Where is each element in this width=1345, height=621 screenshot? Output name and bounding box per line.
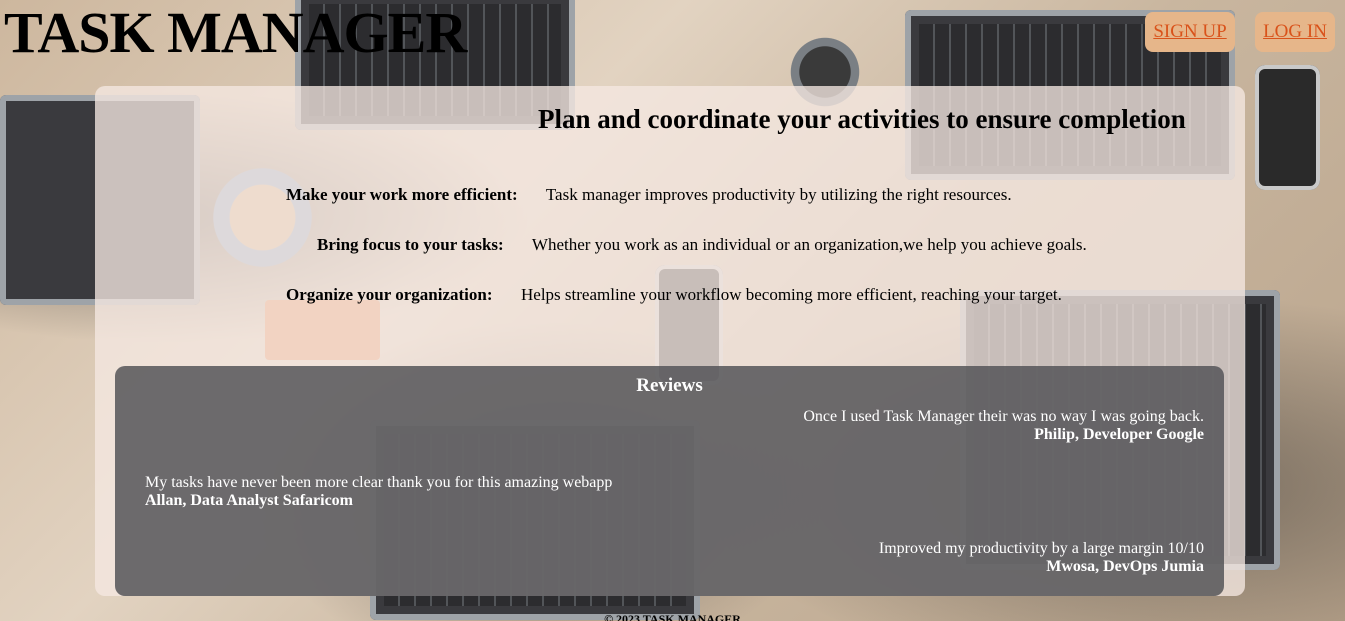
feature-item: Organize your organization: Helps stream… [286, 285, 1062, 305]
reviews-title: Reviews [636, 375, 703, 396]
feature-item: Make your work more efficient: Task mana… [286, 185, 1012, 205]
login-button[interactable]: LOG IN [1255, 12, 1335, 52]
review-quote: Improved my productivity by a large marg… [878, 540, 1204, 557]
review-quote: My tasks have never been more clear than… [145, 474, 613, 491]
phone-image [1255, 65, 1320, 190]
review-author: Allan, Data Analyst Safaricom [145, 492, 353, 509]
review-author: Mwosa, DevOps Jumia [1046, 558, 1204, 575]
review-item: My tasks have never been more clear than… [145, 474, 612, 510]
feature-title: Make your work more efficient: [286, 185, 518, 204]
feature-text: Task manager improves productivity by ut… [545, 185, 1012, 204]
review-quote: Once I used Task Manager their was no wa… [803, 408, 1204, 425]
review-author: Philip, Developer Google [1034, 426, 1204, 443]
signup-button[interactable]: SIGN UP [1145, 12, 1235, 52]
review-item: Improved my productivity by a large marg… [879, 540, 1204, 576]
feature-title: Organize your organization: [286, 285, 493, 304]
review-item: Once I used Task Manager their was no wa… [803, 408, 1204, 444]
site-logo[interactable]: TASK MANAGER [4, 0, 467, 66]
feature-item: Bring focus to your tasks: Whether you w… [317, 235, 1087, 255]
reviews-section: Reviews Once I used Task Manager their w… [115, 366, 1224, 596]
hero-headline: Plan and coordinate your activities to e… [538, 104, 1186, 134]
feature-text: Helps streamline your workflow becoming … [521, 285, 1062, 304]
feature-text: Whether you work as an individual or an … [531, 235, 1087, 254]
feature-title: Bring focus to your tasks: [317, 235, 504, 254]
footer-copyright: © 2023 TASK MANAGER [604, 612, 741, 621]
